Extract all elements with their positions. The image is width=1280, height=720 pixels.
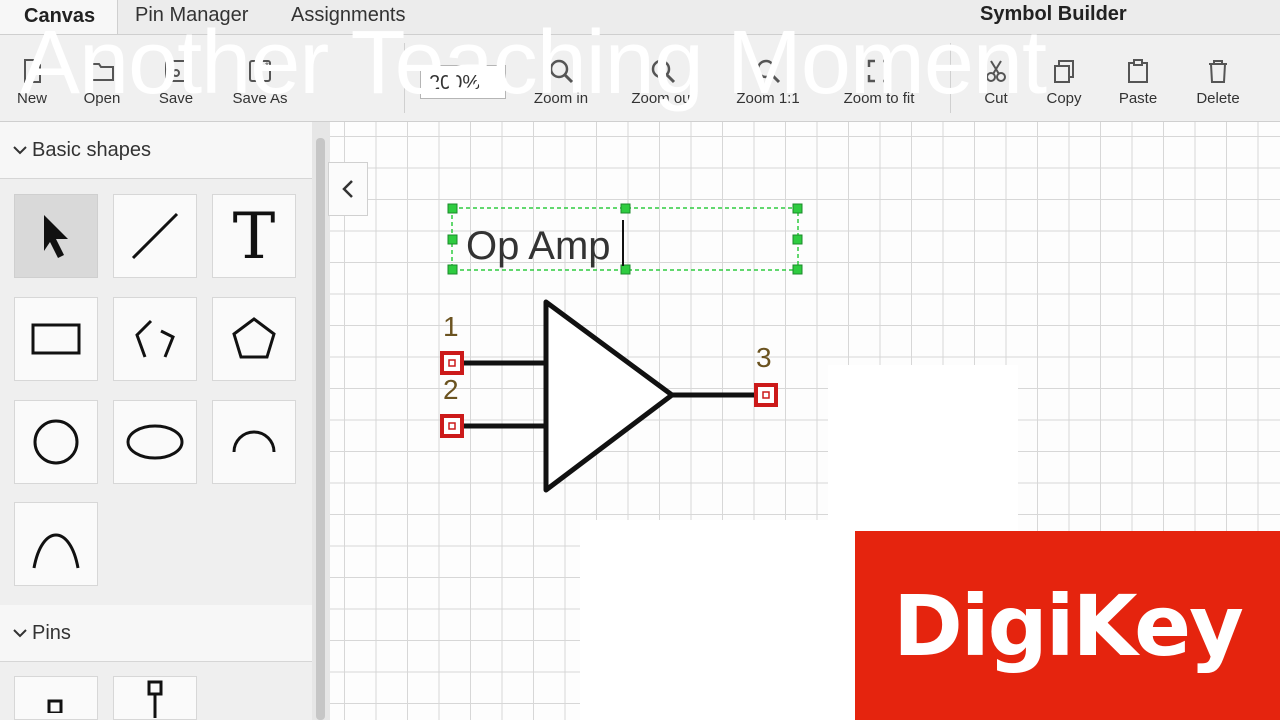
resize-handle[interactable] — [792, 234, 803, 245]
resize-handle[interactable] — [447, 234, 458, 245]
tool-circle[interactable] — [14, 400, 98, 484]
resize-handle[interactable] — [620, 264, 631, 275]
resize-handle[interactable] — [447, 264, 458, 275]
pin-3[interactable] — [754, 383, 778, 407]
arc-icon — [232, 430, 276, 453]
tool-ellipse[interactable] — [113, 400, 197, 484]
resize-handle[interactable] — [792, 203, 803, 214]
tool-rectangle[interactable] — [14, 297, 98, 381]
symbol-text-label[interactable]: Op Amp — [466, 224, 611, 269]
op-amp-triangle — [543, 299, 675, 493]
pin-3-number: 3 — [756, 342, 772, 373]
tool-text[interactable]: T — [212, 194, 296, 278]
polygon-icon — [232, 317, 276, 359]
svg-text:T: T — [233, 206, 276, 266]
trash-icon — [1209, 60, 1227, 83]
pin-icon — [47, 699, 63, 713]
tool-polyline[interactable] — [113, 297, 197, 381]
pin-vertical-icon — [147, 680, 163, 718]
chevron-down-icon — [13, 629, 27, 638]
tool-pin-horizontal[interactable] — [14, 676, 98, 720]
circle-icon — [33, 419, 79, 465]
pin-2[interactable] — [440, 414, 464, 438]
tool-line[interactable] — [113, 194, 197, 278]
ellipse-icon — [126, 424, 184, 460]
resize-handle[interactable] — [620, 203, 631, 214]
copy-icon — [1054, 60, 1074, 83]
chevron-left-icon — [342, 180, 353, 198]
video-overlay-title: Another Teaching Moment — [20, 13, 1047, 113]
curve-icon — [32, 533, 80, 569]
delete-button[interactable]: Delete — [1192, 35, 1244, 121]
brand-logo-text: DigiKey — [893, 576, 1244, 675]
polyline-icon — [135, 319, 175, 358]
text-icon: T — [233, 206, 276, 266]
tool-curve[interactable] — [14, 502, 98, 586]
sidebar-scroll-thumb[interactable] — [316, 138, 325, 720]
overlay-white-panel — [828, 365, 1018, 531]
pins-header[interactable]: Pins — [0, 605, 312, 662]
basic-shapes-header[interactable]: Basic shapes — [0, 122, 312, 179]
line-icon — [131, 212, 179, 260]
resize-handle[interactable] — [447, 203, 458, 214]
brand-logo: DigiKey — [855, 531, 1280, 720]
paste-icon — [1128, 59, 1148, 83]
rectangle-icon — [31, 323, 81, 355]
sidebar: Basic shapes T Pins — [0, 122, 312, 720]
collapse-sidebar-button[interactable] — [328, 162, 368, 216]
op-amp-symbol[interactable] — [436, 294, 786, 498]
copy-button[interactable]: Copy — [1042, 35, 1086, 121]
tool-pin-vertical[interactable] — [113, 676, 197, 720]
pin-2-number: 2 — [443, 374, 459, 405]
resize-handle[interactable] — [792, 264, 803, 275]
overlay-white-panel — [580, 520, 856, 720]
chevron-down-icon — [13, 146, 27, 155]
pin-1[interactable] — [440, 351, 464, 375]
pointer-icon — [44, 215, 68, 258]
tool-arc[interactable] — [212, 400, 296, 484]
paste-button[interactable]: Paste — [1114, 35, 1162, 121]
tool-pointer[interactable] — [14, 194, 98, 278]
pin-1-number: 1 — [443, 311, 459, 342]
tool-polygon[interactable] — [212, 297, 296, 381]
